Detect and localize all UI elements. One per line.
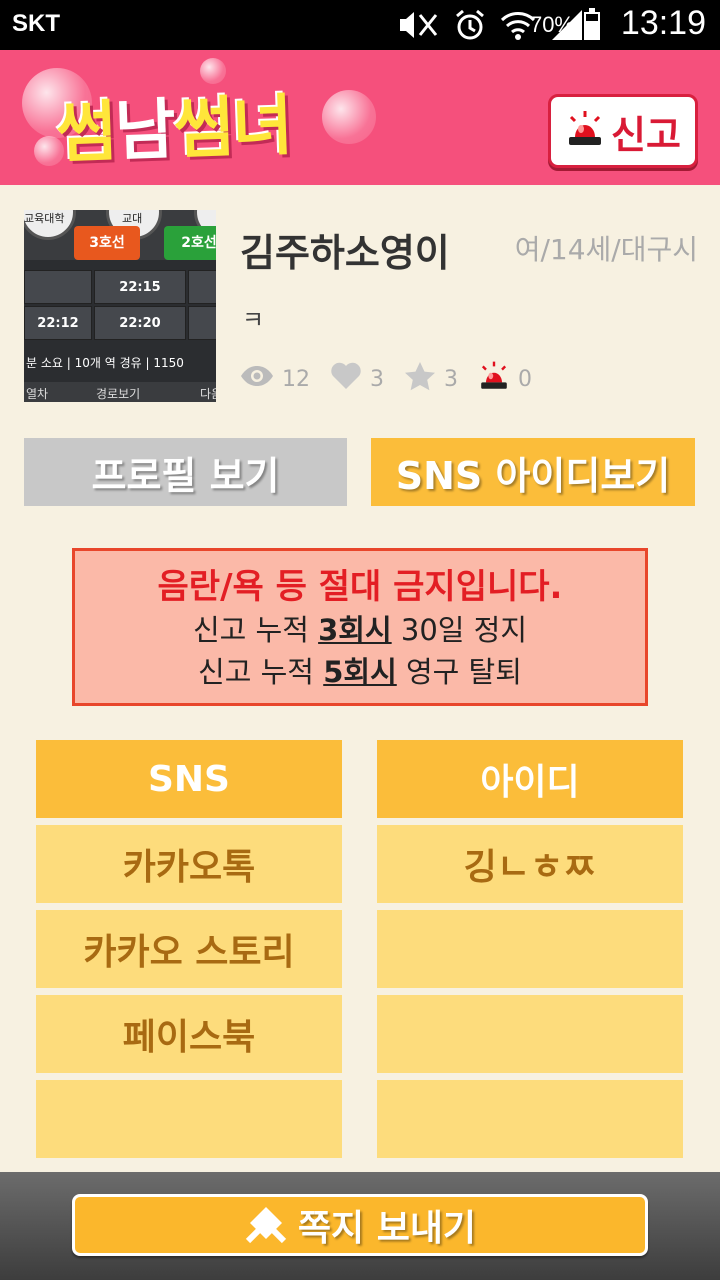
station-label: 교육대학	[24, 212, 65, 225]
send-message-button[interactable]: 쪽지 보내기	[72, 1194, 648, 1256]
battery-percent: 70%	[529, 12, 574, 37]
profile-thumbnail[interactable]: 교육대학 교대 3호선 2호선 22:15 22:12 22:20 분 소요 |…	[24, 210, 216, 402]
warning-notice: 음란/욕 등 절대 금지입니다. 신고 누적 3회시 30일 정지 신고 누적 …	[72, 548, 648, 706]
sns-column-header: SNS	[36, 740, 342, 818]
battery-level	[586, 21, 598, 38]
warning-emphasis: 5회시	[323, 655, 397, 689]
envelope-icon	[244, 1201, 288, 1249]
id-cell	[377, 910, 683, 988]
line-badge: 2호선	[164, 226, 216, 260]
view-sns-id-button[interactable]: SNS 아이디보기	[371, 438, 695, 506]
warning-rule: 신고 누적 3회시 30일 정지	[75, 609, 645, 651]
warning-emphasis: 3회시	[318, 613, 392, 647]
time-cell	[188, 270, 216, 304]
time-cell: 22:15	[94, 270, 186, 304]
warning-text: 신고 누적	[198, 655, 324, 689]
id-cell	[377, 1080, 683, 1158]
logo-part: 남	[113, 91, 176, 171]
id-column-header: 아이디	[377, 740, 683, 818]
id-cell	[377, 995, 683, 1073]
views-stat: 12	[240, 365, 310, 393]
status-bar: SKT 70% 13:19	[0, 0, 720, 50]
carrier-label: SKT	[12, 10, 60, 37]
reports-count: 0	[518, 366, 532, 392]
heart-icon	[330, 362, 362, 396]
footer-text: 경로보기	[96, 387, 141, 401]
stars-stat: 3	[404, 361, 458, 397]
battery-icon	[584, 8, 600, 40]
sns-cell	[36, 1080, 342, 1158]
sns-cell: 페이스북	[36, 995, 342, 1073]
time-cell: 22:12	[24, 306, 92, 340]
warning-text: 신고 누적	[192, 613, 319, 647]
station-label: 교대	[122, 212, 143, 225]
stars-count: 3	[444, 366, 458, 392]
siren-icon	[565, 109, 605, 153]
time-cell: 22:20	[94, 306, 186, 340]
profile-message: ㅋ	[242, 306, 265, 334]
warning-text: 영구 탈퇴	[396, 655, 522, 689]
sns-cell: 카카오 스토리	[36, 910, 342, 988]
line-badge: 3호선	[74, 226, 140, 260]
send-message-label: 쪽지 보내기	[297, 1208, 477, 1249]
id-column: 아이디 깅ㄴㅎㅉ	[377, 740, 683, 1165]
bubble-decoration	[322, 90, 376, 144]
sns-cell: 카카오톡	[36, 825, 342, 903]
report-button[interactable]: 신고	[548, 94, 698, 168]
app-header: 썸남썸녀 신고	[0, 50, 720, 185]
warning-text: 30일 정지	[391, 613, 528, 647]
star-icon	[404, 361, 436, 397]
view-profile-button[interactable]: 프로필 보기	[24, 438, 347, 506]
time-cell	[188, 306, 216, 340]
footer-text: 다음	[200, 387, 216, 401]
logo-part: 썸녀	[172, 86, 293, 168]
alarm-icon	[454, 8, 486, 46]
profile-stats: 12 3 3 0	[240, 360, 544, 398]
siren-icon	[478, 360, 510, 398]
mute-icon	[396, 9, 440, 45]
warning-rule: 신고 누적 5회시 영구 탈퇴	[75, 651, 645, 693]
report-label: 신고	[611, 112, 681, 157]
sns-column: SNS 카카오톡 카카오 스토리 페이스북	[36, 740, 342, 1165]
footer-text: 열차	[26, 387, 49, 401]
warning-title: 음란/욕 등 절대 금지입니다.	[157, 567, 563, 607]
profile-meta: 여/14세/대구시	[514, 233, 698, 266]
clock: 13:19	[620, 4, 706, 42]
time-cell	[24, 270, 92, 304]
route-info: 분 소요 | 10개 역 경유 | 1150	[26, 356, 184, 370]
eye-icon	[240, 365, 274, 393]
reports-stat: 0	[478, 360, 532, 398]
profile-name: 김주하소영이	[240, 231, 450, 275]
app-logo: 썸남썸녀	[54, 72, 292, 176]
id-cell: 깅ㄴㅎㅉ	[377, 825, 683, 903]
likes-count: 3	[370, 366, 384, 392]
logo-part: 썸	[54, 93, 117, 173]
thumbnail-footer: 열차 경로보기 다음	[24, 382, 216, 402]
likes-stat: 3	[330, 362, 384, 396]
views-count: 12	[282, 366, 310, 392]
